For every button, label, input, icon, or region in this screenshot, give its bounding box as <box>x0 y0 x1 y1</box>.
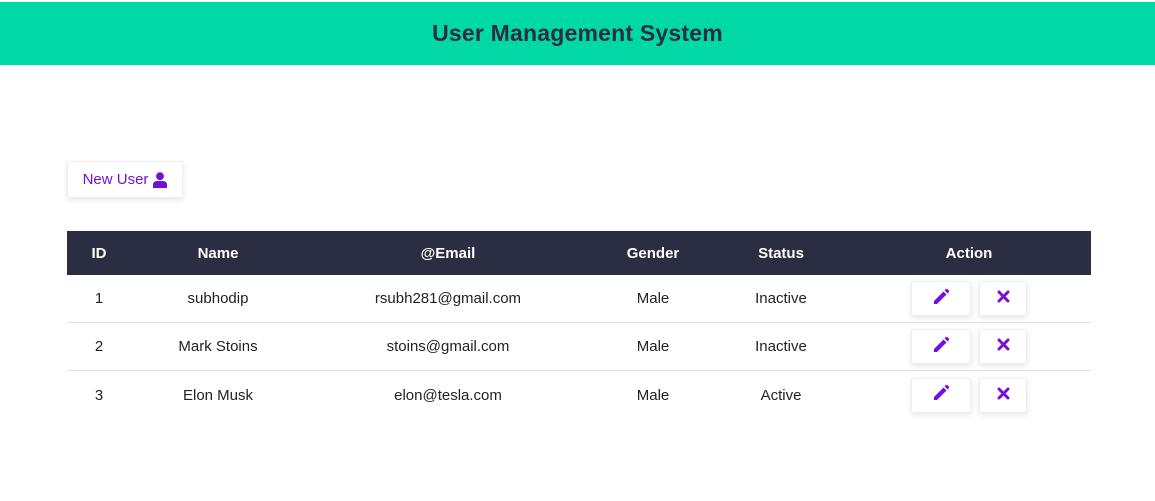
delete-button[interactable] <box>979 329 1027 364</box>
table-row: 1 subhodip rsubh281@gmail.com Male Inact… <box>67 275 1091 323</box>
close-icon <box>997 290 1010 307</box>
cell-name: Mark Stoins <box>178 338 258 355</box>
column-header-email: @Email <box>420 244 476 262</box>
cell-id: 2 <box>94 338 104 355</box>
table-header: ID Name @Email Gender Status Action <box>67 231 1091 275</box>
edit-button[interactable] <box>911 377 971 413</box>
pencil-icon <box>932 384 950 406</box>
cell-email: elon@tesla.com <box>394 386 502 404</box>
delete-button[interactable] <box>979 281 1027 316</box>
cell-name: Elon Musk <box>182 386 254 404</box>
cell-actions <box>847 329 1091 364</box>
cell-email: rsubh281@gmail.com <box>374 290 522 307</box>
column-header-action: Action <box>945 244 993 262</box>
cell-actions <box>847 281 1091 316</box>
users-table: ID Name @Email Gender Status Action 1 su… <box>67 231 1091 419</box>
delete-button[interactable] <box>979 377 1027 413</box>
pencil-icon <box>932 336 950 358</box>
new-user-label: New User <box>82 171 149 188</box>
app-header: User Management System <box>0 2 1155 65</box>
cell-actions <box>847 377 1091 413</box>
close-icon <box>997 338 1010 355</box>
column-header-status: Status <box>758 244 804 262</box>
column-header-name: Name <box>197 244 239 262</box>
cell-status: Active <box>760 386 802 404</box>
column-header-id: ID <box>91 244 107 262</box>
new-user-button[interactable]: New User <box>67 161 183 198</box>
edit-button[interactable] <box>911 281 971 316</box>
cell-status: Inactive <box>755 338 807 355</box>
table-row: 2 Mark Stoins stoins@gmail.com Male Inac… <box>67 323 1091 371</box>
cell-id: 1 <box>94 290 104 307</box>
pencil-icon <box>932 288 950 310</box>
cell-id: 3 <box>94 386 104 404</box>
cell-name: subhodip <box>187 290 249 307</box>
cell-gender: Male <box>636 290 670 307</box>
page-title: User Management System <box>432 20 723 46</box>
column-header-gender: Gender <box>626 244 680 262</box>
cell-gender: Male <box>636 386 670 404</box>
cell-status: Inactive <box>755 290 807 307</box>
cell-gender: Male <box>636 338 670 355</box>
user-icon <box>153 171 168 188</box>
edit-button[interactable] <box>911 329 971 364</box>
close-icon <box>997 387 1010 404</box>
cell-email: stoins@gmail.com <box>386 338 510 355</box>
table-row: 3 Elon Musk elon@tesla.com Male Active <box>67 371 1091 419</box>
